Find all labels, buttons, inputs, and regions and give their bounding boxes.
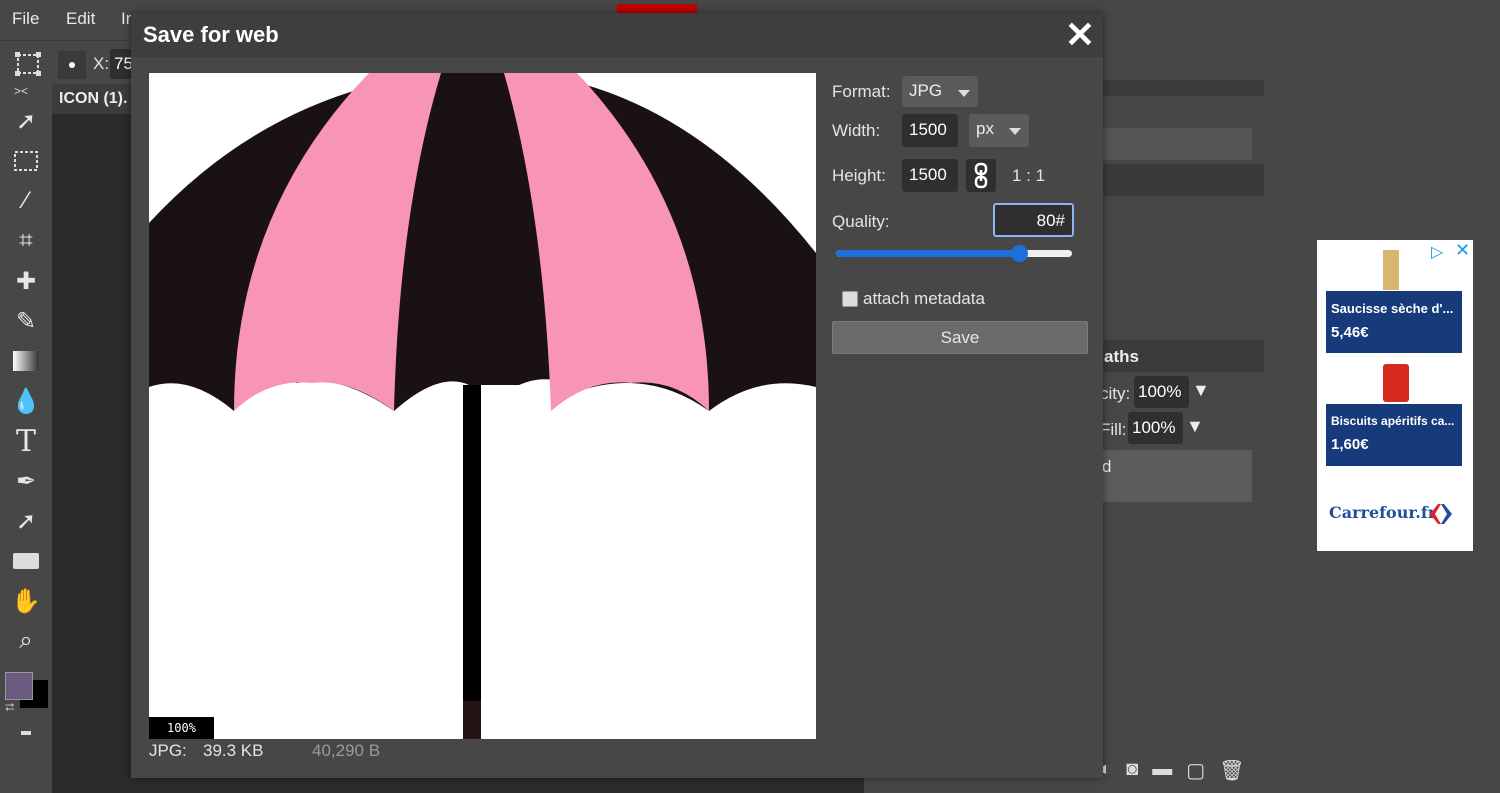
path-select-icon[interactable]: ➚	[10, 506, 42, 536]
product2-image	[1383, 364, 1409, 402]
format-value: JPG	[909, 81, 943, 100]
chevron-down-icon	[1009, 128, 1021, 135]
chevron-down-icon	[958, 90, 970, 97]
width-label: Width:	[832, 121, 881, 140]
ad-product-card[interactable]: Saucisse sèche d'... 5,46€	[1326, 291, 1462, 353]
transform-select-icon[interactable]	[14, 51, 42, 77]
close-icon[interactable]: ✕	[1065, 17, 1095, 53]
tool-bar: >< ➚ ⁄ ⌗ ✚ ✎ 💧 T ✒ ➚ ✋ ⌕ ⮂	[0, 84, 52, 793]
quality-slider[interactable]	[836, 245, 1072, 262]
save-button[interactable]: Save	[832, 321, 1088, 354]
carrefour-logo-icon	[1430, 504, 1452, 524]
format-label: Format:	[832, 82, 891, 101]
umbrella-image	[149, 73, 816, 739]
unit-value: px	[976, 119, 994, 138]
file-type-label: JPG:	[149, 741, 187, 760]
save-for-web-dialog: Save for web ✕ 100% JPG: 39.3 KB 40,290 …	[131, 13, 1103, 778]
magic-wand-icon[interactable]: ⁄	[10, 186, 42, 216]
layer-actions: ◐ ◙ ▬ ▢ 🗑	[1100, 758, 1244, 783]
tab-paths[interactable]: aths	[1104, 347, 1139, 367]
blur-tool-icon[interactable]: 💧	[10, 386, 42, 416]
product1-image	[1383, 250, 1399, 290]
product-name: Biscuits apéritifs ca...	[1331, 414, 1455, 428]
width-input[interactable]: 1500	[902, 114, 958, 147]
opacity-label: city:	[1100, 384, 1131, 403]
attach-metadata-checkbox[interactable]	[842, 291, 858, 307]
adchoices-icon[interactable]: ▷	[1431, 242, 1443, 262]
menu-edit[interactable]: Edit	[66, 9, 95, 29]
product-price: 1,60€	[1331, 436, 1369, 453]
mask-icon[interactable]: ◙	[1126, 758, 1138, 783]
new-layer-icon[interactable]: ▢	[1186, 758, 1205, 783]
x-label: X:	[93, 54, 110, 73]
collapse-toggle-icon[interactable]: ><	[14, 84, 28, 98]
quality-slider-fill	[836, 250, 1020, 257]
healing-tool-icon[interactable]: ✚	[10, 266, 42, 296]
fill-input[interactable]: 100%	[1128, 412, 1183, 444]
aspect-ratio: 1 : 1	[1012, 166, 1046, 185]
text-tool-icon[interactable]: T	[10, 424, 42, 459]
move-tool-icon[interactable]: ➚	[10, 106, 42, 136]
swap-colors-icon[interactable]: ⮂	[5, 700, 15, 715]
zoom-level-badge: 100%	[149, 717, 214, 739]
menu-file[interactable]: File	[12, 9, 39, 29]
hand-tool-icon[interactable]: ✋	[10, 586, 42, 616]
pen-tool-icon[interactable]: ✒	[10, 466, 42, 496]
image-preview[interactable]: 100%	[149, 73, 816, 739]
marquee-tool-icon[interactable]	[10, 146, 42, 176]
quality-slider-thumb[interactable]	[1011, 245, 1028, 262]
layer-row[interactable]: d	[1100, 450, 1252, 502]
panel-header	[1100, 80, 1264, 96]
fill-label: Fill:	[1100, 420, 1127, 439]
file-size-bytes: 40,290 B	[312, 741, 381, 760]
zoom-tool-icon[interactable]: ⌕	[10, 626, 42, 656]
shape-tool-icon[interactable]	[10, 546, 42, 576]
product-price: 5,46€	[1331, 324, 1369, 341]
layers-tabs: aths	[1100, 340, 1264, 372]
panel-row	[1100, 164, 1264, 196]
format-select[interactable]: JPG	[902, 76, 978, 107]
file-size-kb: 39.3 KB	[203, 741, 264, 760]
link-icon[interactable]	[966, 159, 996, 192]
trash-icon[interactable]: 🗑	[1219, 758, 1244, 783]
brand-logo-text: Carrefour.fr	[1329, 503, 1437, 522]
height-label: Height:	[832, 166, 886, 185]
ad-close-icon[interactable]: ✕	[1455, 240, 1470, 261]
dialog-title-bar[interactable]: Save for web ✕	[131, 13, 1103, 57]
primary-color-swatch[interactable]	[5, 672, 33, 700]
panel-row	[1100, 128, 1252, 160]
brush-tool-icon[interactable]: ✎	[10, 306, 42, 336]
fill-dropdown-icon[interactable]: ▼	[1186, 416, 1204, 437]
advertisement[interactable]: ▷ ✕ Saucisse sèche d'... 5,46€ Biscuits …	[1317, 240, 1473, 551]
attach-metadata-label[interactable]: attach metadata	[863, 289, 985, 309]
dialog-title: Save for web	[143, 22, 279, 47]
height-input[interactable]: 1500	[902, 159, 958, 192]
anchor-grid-icon[interactable]	[58, 51, 86, 79]
opacity-input[interactable]: 100%	[1134, 376, 1189, 408]
quality-input[interactable]: 80#	[993, 203, 1074, 237]
crop-tool-icon[interactable]: ⌗	[10, 226, 42, 256]
quick-mask-icon[interactable]	[21, 731, 31, 735]
folder-icon[interactable]: ▬	[1152, 758, 1172, 783]
opacity-dropdown-icon[interactable]: ▼	[1192, 380, 1210, 401]
layer-name: d	[1102, 457, 1112, 476]
gradient-tool-icon[interactable]	[10, 346, 42, 376]
quality-label: Quality:	[832, 212, 890, 231]
product-name: Saucisse sèche d'...	[1331, 301, 1454, 316]
ad-product-card[interactable]: Biscuits apéritifs ca... 1,60€	[1326, 404, 1462, 466]
unit-select[interactable]: px	[969, 114, 1029, 147]
